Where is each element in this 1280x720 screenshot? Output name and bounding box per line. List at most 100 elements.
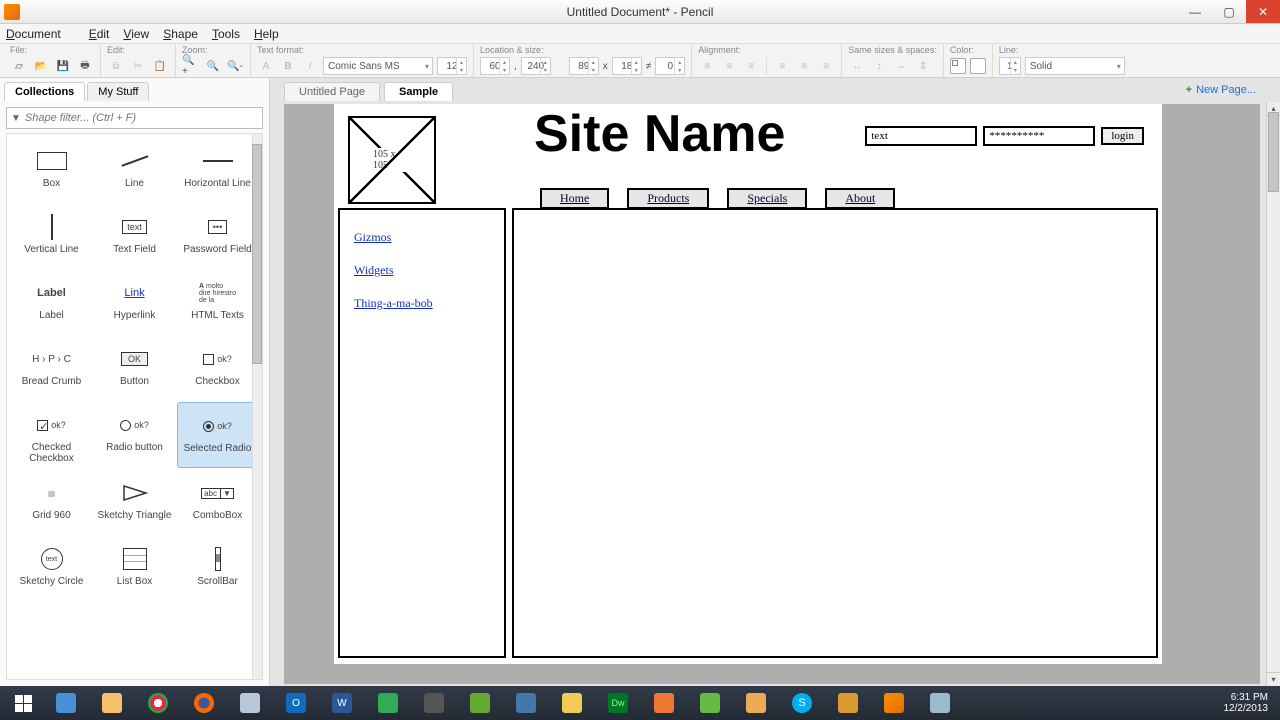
stroke-color-icon[interactable]	[950, 58, 966, 74]
align-bottom-icon[interactable]: ≡	[817, 57, 835, 75]
new-file-icon[interactable]: ▱	[10, 57, 28, 75]
taskbar-explorer-icon[interactable]	[46, 689, 86, 717]
shape-hyperlink[interactable]: LinkHyperlink	[94, 270, 175, 334]
maximize-button[interactable]: ▢	[1212, 0, 1246, 23]
size-h-input[interactable]: 18▴▾	[612, 57, 642, 75]
shape-button[interactable]: OKButton	[94, 336, 175, 400]
taskbar-app9-icon[interactable]	[828, 689, 868, 717]
link-thing[interactable]: Thing-a-ma-bob	[354, 296, 490, 311]
menu-view[interactable]: View	[123, 27, 149, 41]
nav-home[interactable]: Home	[540, 188, 609, 209]
shape-radio-button[interactable]: ok?Radio button	[94, 402, 175, 468]
shape-horizontal-line[interactable]: Horizontal Line	[177, 138, 258, 202]
taskbar-app6-icon[interactable]	[644, 689, 684, 717]
site-title[interactable]: Site Name	[534, 104, 785, 164]
shape-combobox[interactable]: abc▼ComboBox	[177, 470, 258, 534]
shape-checked-checkbox[interactable]: ✓ok?Checked Checkbox	[11, 402, 92, 468]
taskbar-app5-icon[interactable]	[552, 689, 592, 717]
align-top-icon[interactable]: ≡	[773, 57, 791, 75]
taskbar-clock[interactable]: 6:31 PM 12/2/2013	[1224, 692, 1275, 714]
size-w-input[interactable]: 89▴▾	[569, 57, 599, 75]
zoom-reset-icon[interactable]: 🔍	[204, 57, 222, 75]
print-icon[interactable]: 🖶	[76, 57, 94, 75]
shape-password-field[interactable]: •••Password Field	[177, 204, 258, 268]
shape-label[interactable]: LabelLabel	[11, 270, 92, 334]
open-file-icon[interactable]: 📂	[32, 57, 50, 75]
align-center-icon[interactable]: ≡	[720, 57, 738, 75]
taskbar-app8-icon[interactable]	[736, 689, 776, 717]
zoom-in-icon[interactable]: 🔍+	[182, 57, 200, 75]
shape-filter[interactable]: ▼	[6, 107, 263, 129]
loc-y-input[interactable]: 240▴▾	[521, 57, 551, 75]
bold-icon[interactable]: B	[279, 57, 297, 75]
doc-tab-1[interactable]: Sample	[384, 82, 453, 101]
shapes-scrollbar[interactable]	[252, 134, 262, 679]
shape-scrollbar[interactable]: ScrollBar	[177, 536, 258, 600]
login-user-field[interactable]: text	[865, 126, 977, 146]
taskbar-app4-icon[interactable]	[506, 689, 546, 717]
shape-sketchy-triangle[interactable]: Sketchy Triangle	[94, 470, 175, 534]
link-gizmos[interactable]: Gizmos	[354, 230, 490, 245]
shape-checkbox[interactable]: ok?Checkbox	[177, 336, 258, 400]
taskbar-chrome-icon[interactable]	[138, 689, 178, 717]
taskbar-word-icon[interactable]: W	[322, 689, 362, 717]
tab-mystuff[interactable]: My Stuff	[87, 82, 149, 101]
new-page-button[interactable]: +New Page...	[1186, 84, 1256, 96]
save-icon[interactable]: 💾	[54, 57, 72, 75]
doc-tab-0[interactable]: Untitled Page	[284, 82, 380, 101]
shape-box[interactable]: Box	[11, 138, 92, 202]
menu-edit[interactable]: Edit	[89, 27, 110, 41]
nav-about[interactable]: About	[825, 188, 895, 209]
main-content-box[interactable]	[512, 208, 1158, 658]
same-height-icon[interactable]: ↕	[870, 57, 888, 75]
shape-bread-crumb[interactable]: H › P › CBread Crumb	[11, 336, 92, 400]
fill-color-icon[interactable]	[970, 58, 986, 74]
taskbar-folder-icon[interactable]	[92, 689, 132, 717]
menu-help[interactable]: Help	[254, 27, 279, 41]
shape-filter-input[interactable]	[25, 112, 258, 124]
paste-icon[interactable]: 📋	[151, 57, 169, 75]
align-middle-icon[interactable]: ≡	[795, 57, 813, 75]
taskbar-dreamweaver-icon[interactable]: Dw	[598, 689, 638, 717]
shape-grid-960[interactable]: ▦Grid 960	[11, 470, 92, 534]
shape-html-texts[interactable]: A moltodire hirestrode laHTML Texts	[177, 270, 258, 334]
align-left-icon[interactable]: ≡	[698, 57, 716, 75]
taskbar-outlook-icon[interactable]: O	[276, 689, 316, 717]
cut-icon[interactable]: ✂	[129, 57, 147, 75]
taskbar-pencil-icon[interactable]	[874, 689, 914, 717]
nav-products[interactable]: Products	[627, 188, 709, 209]
minimize-button[interactable]: —	[1178, 0, 1212, 23]
align-right-icon[interactable]: ≡	[742, 57, 760, 75]
login-button[interactable]: login	[1101, 127, 1144, 145]
close-button[interactable]: ✕	[1246, 0, 1280, 23]
taskbar-snip-icon[interactable]	[230, 689, 270, 717]
tab-collections[interactable]: Collections	[4, 82, 85, 101]
taskbar-app1-icon[interactable]	[368, 689, 408, 717]
taskbar-app10-icon[interactable]	[920, 689, 960, 717]
shape-line[interactable]: Line	[94, 138, 175, 202]
sidebar-box[interactable]: Gizmos Widgets Thing-a-ma-bob	[338, 208, 506, 658]
taskbar-app7-icon[interactable]	[690, 689, 730, 717]
space-v-icon[interactable]: ⇕	[914, 57, 932, 75]
scroll-down-icon[interactable]: ▾	[1267, 672, 1280, 686]
taskbar-firefox-icon[interactable]	[184, 689, 224, 717]
line-style-select[interactable]: Solid	[1025, 57, 1125, 75]
nav-specials[interactable]: Specials	[727, 188, 807, 209]
canvas-scrollbar[interactable]: ▴ ▾	[1266, 102, 1280, 686]
menu-tools[interactable]: Tools	[212, 27, 240, 41]
image-placeholder[interactable]: 105 x 105	[348, 116, 436, 204]
start-button[interactable]	[6, 689, 40, 717]
taskbar-app2-icon[interactable]	[414, 689, 454, 717]
rotate-input[interactable]: 0▴▾	[655, 57, 685, 75]
italic-icon[interactable]: I	[301, 57, 319, 75]
link-widgets[interactable]: Widgets	[354, 263, 490, 278]
menu-document[interactable]: Document	[6, 27, 75, 41]
line-width-input[interactable]: 1▴▾	[999, 57, 1021, 75]
shape-list-box[interactable]: List Box	[94, 536, 175, 600]
shape-sketchy-circle[interactable]: textSketchy Circle	[11, 536, 92, 600]
mockup-canvas[interactable]: 105 x 105 Site Name text ********** logi…	[334, 104, 1162, 664]
taskbar-skype-icon[interactable]: S	[782, 689, 822, 717]
shape-text-field[interactable]: textText Field	[94, 204, 175, 268]
aspect-lock-icon[interactable]: ≠	[646, 61, 652, 72]
loc-x-input[interactable]: 60▴▾	[480, 57, 510, 75]
